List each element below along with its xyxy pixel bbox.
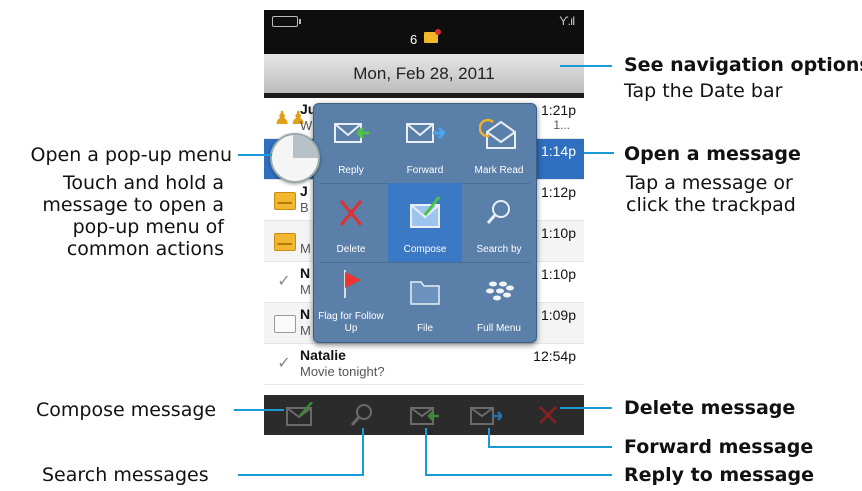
callout-line-open [584, 152, 614, 154]
compose-icon[interactable] [284, 402, 316, 428]
menu-label: Compose [403, 244, 447, 255]
annotation-popup-sub3: pop-up menu of [72, 216, 224, 238]
annotation-popup-title: Open a pop-up menu [30, 144, 233, 166]
new-mail-icon [424, 29, 441, 43]
forward-icon[interactable] [470, 402, 502, 428]
preview-extra: 1... [553, 118, 570, 132]
list-item[interactable]: ✓ Natalie Movie tonight? 12:54p [264, 344, 584, 385]
delete-icon [339, 200, 363, 226]
callout-line-delete [560, 407, 612, 409]
touch-indicator [270, 133, 320, 183]
signal-icon: Ƴ.ıl [559, 14, 575, 28]
popup-menu: Reply Forward Mark Read Delete Compose S… [313, 103, 537, 343]
menu-label: Delete [336, 244, 366, 255]
menu-label: Reply [338, 165, 364, 176]
envelope-icon [274, 233, 296, 251]
annotation-nav-sub: Tap the Date bar [624, 80, 783, 102]
menu-label: Full Menu [477, 323, 521, 334]
annotation-popup-sub2: message to open a [42, 194, 224, 216]
menu-item-search-by[interactable]: Search by [462, 183, 536, 262]
time: 1:10p [540, 225, 576, 241]
time: 1:14p [540, 143, 576, 159]
callout-line-search-h [238, 474, 364, 476]
reply-icon[interactable] [408, 402, 440, 428]
battery-icon [272, 16, 301, 27]
annotation-open-sub1: Tap a message or [626, 172, 793, 194]
time: 1:21p [540, 102, 576, 118]
preview: B [300, 200, 309, 215]
envelope-icon [274, 192, 296, 210]
preview: Movie tonight? [300, 364, 385, 379]
annotation-reply: Reply to message [624, 464, 814, 486]
blackberry-icon [486, 281, 514, 301]
annotation-popup-sub4: common actions [66, 238, 224, 260]
unread-count: 6 [410, 32, 418, 47]
menu-label: Forward [406, 165, 444, 176]
callout-line-reply-h [425, 474, 612, 476]
checkmark-icon: ✓ [277, 273, 291, 290]
menu-label: Mark Read [474, 165, 524, 176]
callout-line-compose [234, 409, 284, 411]
annotation-nav-title: See navigation options [624, 54, 862, 76]
callout-line-nav [560, 65, 612, 67]
sender: N [300, 265, 311, 281]
mark-read-icon [479, 118, 516, 149]
annotation-open-sub2: click the trackpad [626, 194, 796, 216]
folder-icon [410, 281, 440, 305]
search-icon [486, 200, 510, 224]
callout-line-forward-v [488, 428, 490, 448]
time: 1:10p [540, 266, 576, 282]
annotation-popup-sub1: Touch and hold a [62, 172, 224, 194]
menu-item-reply[interactable]: Reply [314, 104, 388, 183]
menu-item-flag[interactable]: Flag for Follow Up [314, 262, 388, 341]
menu-item-file[interactable]: File [388, 262, 462, 341]
menu-label: Search by [476, 244, 522, 255]
annotation-search: Search messages [42, 464, 209, 486]
status-bar: Ƴ.ıl 6 [264, 10, 584, 54]
menu-label: Flag for Follow Up [318, 311, 384, 334]
date-bar[interactable]: Mon, Feb 28, 2011 [264, 54, 584, 93]
forward-icon [406, 123, 445, 143]
opened-envelope-icon [274, 315, 296, 333]
time: 12:54p [533, 348, 576, 364]
sender: J [300, 183, 308, 199]
checkmark-icon: ✓ [277, 355, 291, 372]
time: 1:09p [540, 307, 576, 323]
sender: Natalie [300, 347, 346, 363]
callout-line-forward-h [488, 446, 612, 448]
flag-icon [344, 270, 361, 298]
menu-item-full-menu[interactable]: Full Menu [462, 262, 536, 341]
callout-line-popup [238, 154, 272, 156]
preview: M [300, 323, 311, 338]
menu-item-compose[interactable]: Compose [388, 183, 462, 262]
annotation-open-title: Open a message [624, 143, 801, 165]
search-icon[interactable] [346, 402, 378, 428]
preview: W [300, 118, 313, 133]
menu-item-forward[interactable]: Forward [388, 104, 462, 183]
annotation-forward: Forward message [624, 436, 814, 458]
preview: M [300, 241, 311, 256]
contacts-icon: ♟♟ [274, 108, 307, 128]
reply-icon [334, 123, 369, 143]
preview: M [300, 282, 311, 297]
sender: N [300, 306, 311, 322]
menu-item-mark-read[interactable]: Mark Read [462, 104, 536, 183]
bottom-toolbar [264, 395, 584, 435]
menu-item-delete[interactable]: Delete [314, 183, 388, 262]
phone-screen: Ƴ.ıl 6 Mon, Feb 28, 2011 ♟♟ Juan W 1:21p… [264, 10, 584, 435]
callout-line-reply-v [425, 428, 427, 476]
menu-label: File [416, 323, 434, 334]
time: 1:12p [540, 184, 576, 200]
annotation-delete: Delete message [624, 397, 796, 419]
annotation-compose: Compose message [36, 399, 217, 421]
compose-icon [410, 196, 441, 228]
callout-line-search-v [362, 428, 364, 476]
delete-icon[interactable] [532, 402, 564, 428]
